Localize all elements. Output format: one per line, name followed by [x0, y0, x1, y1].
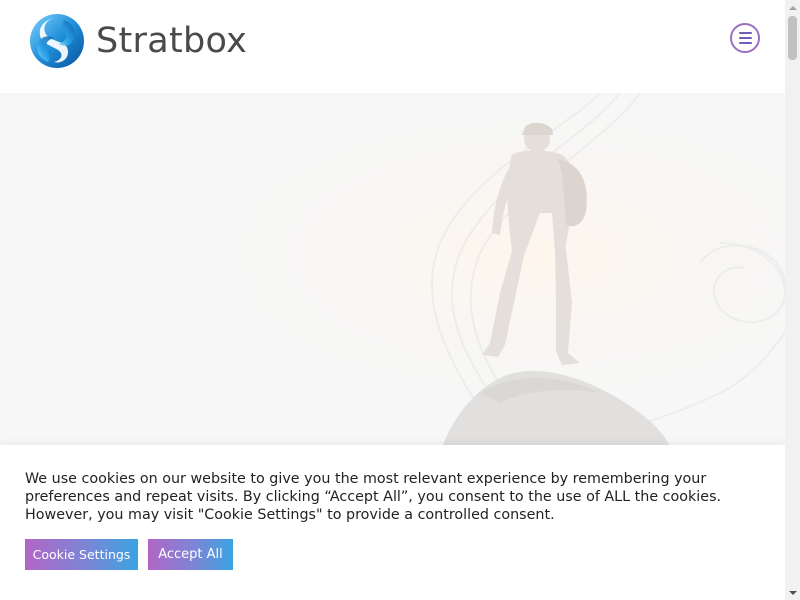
vertical-scrollbar[interactable] — [785, 0, 800, 600]
stratbox-logo-icon — [30, 14, 84, 68]
cookie-settings-button[interactable]: Cookie Settings — [25, 539, 138, 570]
scroll-up-button[interactable] — [785, 0, 800, 15]
cookie-consent-banner: We use cookies on our website to give yo… — [0, 445, 785, 600]
scroll-down-button[interactable] — [785, 585, 800, 600]
brand-logo-link[interactable]: Stratbox — [28, 12, 247, 70]
accept-all-button[interactable]: Accept All — [148, 539, 233, 570]
cookie-message: We use cookies on our website to give yo… — [25, 471, 722, 523]
page: Stratbox We use cookies on our website t… — [0, 0, 785, 600]
arrow-down-icon — [788, 590, 797, 595]
site-header: Stratbox — [0, 0, 785, 93]
hamburger-menu-icon — [738, 32, 752, 34]
hero-banner — [0, 93, 785, 453]
arrow-up-icon — [788, 5, 797, 10]
brand-name: Stratbox — [96, 20, 248, 61]
menu-toggle-button[interactable] — [730, 23, 760, 53]
hero-image — [0, 93, 785, 453]
scroll-thumb[interactable] — [788, 16, 797, 60]
